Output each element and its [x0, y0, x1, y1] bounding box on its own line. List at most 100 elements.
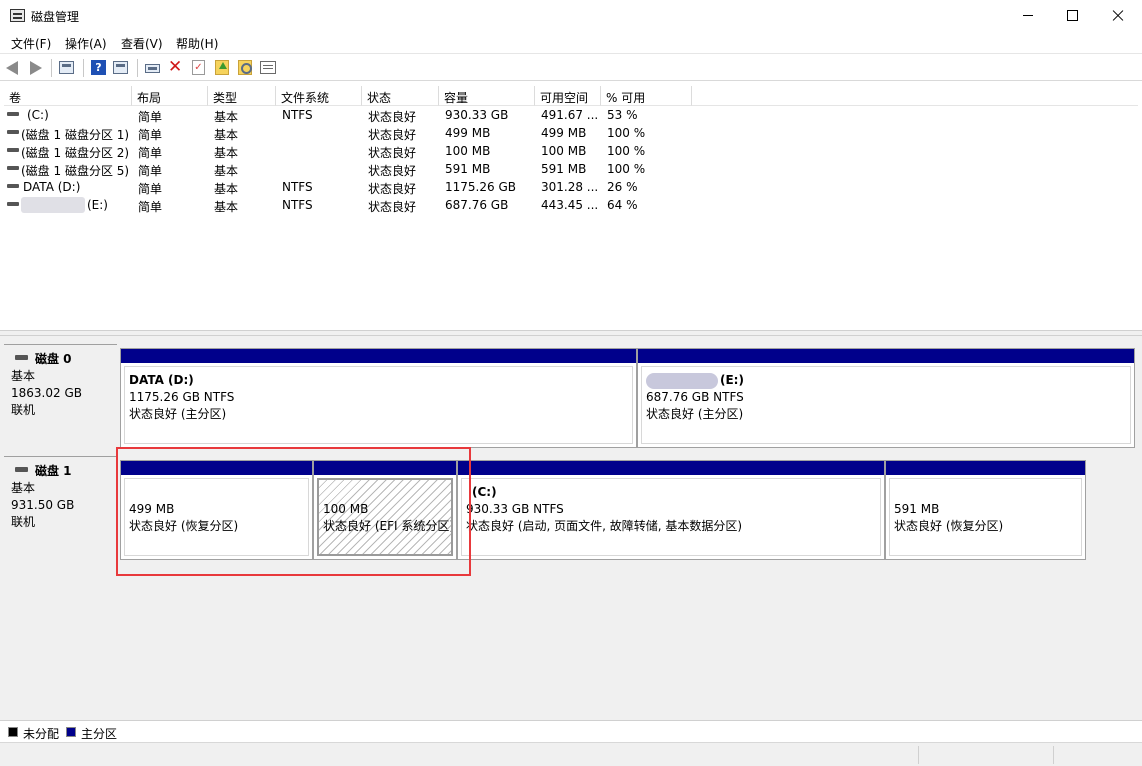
legend-unallocated-swatch	[8, 727, 18, 737]
close-button[interactable]	[1095, 0, 1141, 30]
cell-free-space: 499 MB	[541, 126, 587, 140]
cell-capacity: 591 MB	[445, 162, 491, 176]
cell-free-space: 100 MB	[541, 144, 587, 158]
cell-status: 状态良好	[368, 128, 417, 142]
partition-size: 930.33 GB NTFS	[466, 502, 564, 516]
cell-free-space: 443.45 ...	[541, 198, 599, 212]
table-row[interactable]: DATA (D:) 简单 基本 NTFS 状态良好 1175.26 GB 301…	[4, 179, 1138, 197]
primary-partition-bar	[458, 461, 884, 475]
volume-icon	[7, 112, 19, 116]
disk-icon	[15, 467, 28, 472]
table-row[interactable]: (磁盘 1 磁盘分区 1) 简单 基本 状态良好 499 MB 499 MB 1…	[4, 125, 1138, 143]
status-divider	[918, 746, 919, 764]
table-row[interactable]: (E:) 简单 基本 NTFS 状态良好 687.76 GB 443.45 ..…	[4, 197, 1138, 215]
search-folder-icon[interactable]	[238, 59, 255, 76]
toolbar-separator	[137, 59, 138, 77]
cell-volume: (C:)	[27, 108, 49, 122]
column-header-capacity[interactable]: 容量	[439, 86, 535, 106]
cell-layout: 简单	[138, 128, 163, 142]
disk-state: 联机	[11, 515, 36, 529]
back-arrow-icon[interactable]	[6, 59, 23, 76]
volume-icon	[7, 130, 19, 134]
cell-type: 基本	[214, 146, 239, 160]
console-tree-icon[interactable]	[59, 59, 76, 76]
cell-percent-free: 64 %	[607, 198, 638, 212]
status-bar	[0, 742, 1142, 766]
partition-c[interactable]: (C:) 930.33 GB NTFS 状态良好 (启动, 页面文件, 故障转储…	[457, 460, 885, 560]
cell-layout: 简单	[138, 146, 163, 160]
disk-1-label[interactable]: 磁盘 1 基本 931.50 GB 联机	[4, 456, 117, 564]
primary-partition-bar	[121, 349, 636, 363]
cell-percent-free: 100 %	[607, 144, 646, 158]
cell-layout: 简单	[138, 200, 163, 214]
column-header-filesystem[interactable]: 文件系统	[276, 86, 362, 106]
column-header-percent-free[interactable]: % 可用	[601, 86, 692, 106]
column-header-volume[interactable]: 卷	[4, 86, 132, 106]
disk-size: 1863.02 GB	[11, 386, 82, 400]
legend-primary-label: 主分区	[81, 727, 118, 741]
table-header: 卷 布局 类型 文件系统 状态 容量 可用空间 % 可用	[4, 86, 1138, 106]
legend-unallocated-label: 未分配	[23, 727, 60, 741]
partition-title: (E:)	[720, 373, 744, 387]
table-row[interactable]: (C:) 简单 基本 NTFS 状态良好 930.33 GB 491.67 ..…	[4, 107, 1138, 125]
cell-free-space: 591 MB	[541, 162, 587, 176]
partition-title: DATA (D:)	[129, 373, 194, 387]
menu-view[interactable]: 查看(V)	[121, 35, 163, 52]
cell-status: 状态良好	[368, 110, 417, 124]
help-icon[interactable]: ?	[91, 59, 108, 76]
menu-bar: 文件(F) 操作(A) 查看(V) 帮助(H)	[0, 32, 1142, 54]
legend: 未分配 主分区	[0, 720, 1142, 742]
cell-volume: DATA (D:)	[23, 180, 81, 194]
cell-filesystem: NTFS	[282, 180, 313, 194]
checklist-icon[interactable]: ✓	[192, 59, 209, 76]
column-header-free-space[interactable]: 可用空间	[535, 86, 601, 106]
menu-file[interactable]: 文件(F)	[11, 35, 51, 52]
partition-e[interactable]: (E:) 687.76 GB NTFS 状态良好 (主分区)	[637, 348, 1135, 448]
partition-size: 591 MB	[894, 502, 940, 516]
partition-size: 687.76 GB NTFS	[646, 390, 744, 404]
delete-icon[interactable]: ✕	[168, 59, 185, 76]
partition-data-d[interactable]: DATA (D:) 1175.26 GB NTFS 状态良好 (主分区)	[120, 348, 637, 448]
cell-capacity: 930.33 GB	[445, 108, 509, 122]
partition-status: 状态良好 (启动, 页面文件, 故障转储, 基本数据分区)	[466, 519, 743, 533]
menu-action[interactable]: 操作(A)	[65, 35, 107, 52]
disk-state: 联机	[11, 403, 36, 417]
menu-help[interactable]: 帮助(H)	[176, 35, 218, 52]
folder-up-icon[interactable]	[215, 59, 232, 76]
minimize-button[interactable]	[1005, 0, 1051, 30]
disk-type: 基本	[11, 369, 36, 383]
cell-layout: 简单	[138, 164, 163, 178]
view-icon[interactable]	[113, 59, 130, 76]
volume-icon	[7, 148, 19, 152]
disk-0-row: 磁盘 0 基本 1863.02 GB 联机 DATA (D:) 1175.26 …	[4, 344, 1135, 448]
column-header-layout[interactable]: 布局	[132, 86, 208, 106]
column-header-status[interactable]: 状态	[362, 86, 439, 106]
disk-management-icon	[10, 9, 25, 22]
cell-percent-free: 26 %	[607, 180, 638, 194]
cell-percent-free: 53 %	[607, 108, 638, 122]
legend-primary-swatch	[66, 727, 76, 737]
toolbar-separator	[51, 59, 52, 77]
cell-layout: 简单	[138, 182, 163, 196]
volume-icon	[7, 184, 19, 188]
properties-icon[interactable]	[260, 59, 277, 76]
table-row[interactable]: (磁盘 1 磁盘分区 2) 简单 基本 状态良好 100 MB 100 MB 1…	[4, 143, 1138, 161]
cell-status: 状态良好	[368, 164, 417, 178]
cell-volume: (磁盘 1 磁盘分区 5)	[21, 164, 130, 178]
cell-volume: (磁盘 1 磁盘分区 2)	[21, 146, 130, 160]
forward-arrow-icon[interactable]	[27, 59, 44, 76]
redacted-partition-label	[646, 373, 718, 389]
cell-filesystem: NTFS	[282, 108, 313, 122]
cell-capacity: 100 MB	[445, 144, 491, 158]
partition-recovery-5[interactable]: 591 MB 状态良好 (恢复分区)	[885, 460, 1086, 560]
cell-status: 状态良好	[368, 182, 417, 196]
cell-volume: (E:)	[87, 198, 108, 212]
cell-status: 状态良好	[368, 146, 417, 160]
table-row[interactable]: (磁盘 1 磁盘分区 5) 简单 基本 状态良好 591 MB 591 MB 1…	[4, 161, 1138, 179]
maximize-button[interactable]	[1049, 0, 1095, 30]
cell-capacity: 499 MB	[445, 126, 491, 140]
volume-list: 卷 布局 类型 文件系统 状态 容量 可用空间 % 可用 (C:) 简单 基本 …	[4, 86, 1138, 328]
column-header-type[interactable]: 类型	[208, 86, 276, 106]
connect-disk-icon[interactable]	[145, 59, 162, 76]
disk-0-label[interactable]: 磁盘 0 基本 1863.02 GB 联机	[4, 344, 117, 448]
